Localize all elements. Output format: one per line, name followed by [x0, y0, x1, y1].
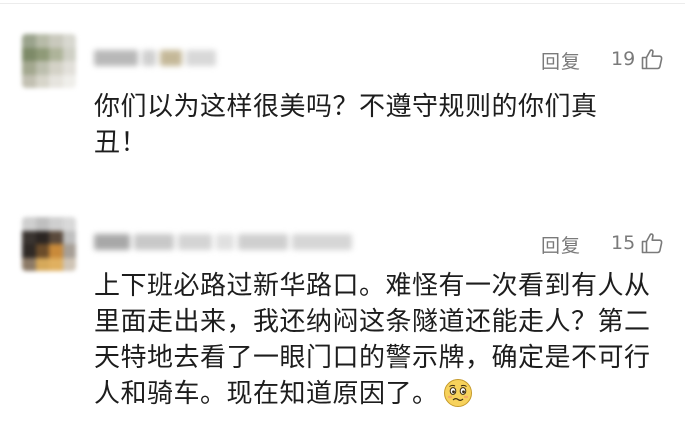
like-count: 15 — [611, 232, 636, 254]
username-blurred[interactable] — [94, 230, 352, 254]
comment-text: 你们以为这样很美吗？不遵守规则的你们真丑！ — [94, 92, 598, 158]
top-divider — [0, 3, 685, 4]
comment-text-container: 上下班必路过新华路口。难怪有一次看到有人从里面走出来，我还纳闷这条隧道还能走人？… — [94, 268, 654, 412]
like-count: 19 — [611, 48, 636, 70]
comment-text: 上下班必路过新华路口。难怪有一次看到有人从里面走出来，我还纳闷这条隧道还能走人？… — [94, 271, 651, 409]
worried-face-emoji — [443, 379, 472, 407]
avatar[interactable] — [22, 217, 76, 271]
username-blurred[interactable] — [94, 46, 216, 70]
reply-button[interactable]: 回复 — [541, 231, 581, 258]
thumbs-up-icon[interactable] — [640, 231, 664, 255]
reply-button[interactable]: 回复 — [541, 47, 581, 74]
thumbs-up-icon[interactable] — [640, 47, 664, 71]
avatar[interactable] — [22, 34, 76, 88]
